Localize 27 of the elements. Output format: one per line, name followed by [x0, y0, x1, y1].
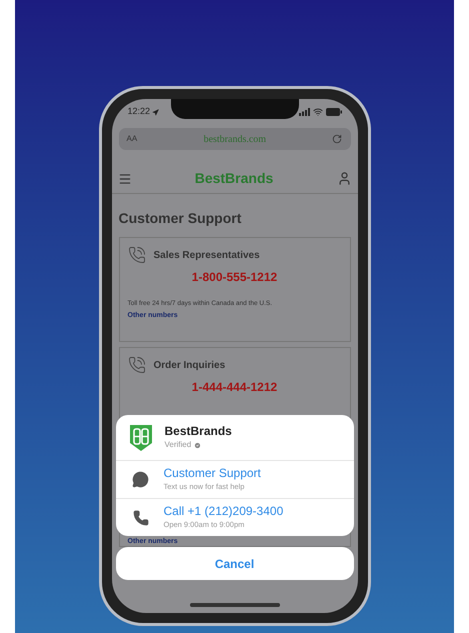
phone-icon	[128, 356, 146, 374]
card-title: Sales Representatives	[154, 248, 260, 262]
shield-logo-icon	[128, 424, 152, 452]
business-name: BestBrands	[164, 424, 232, 439]
url-text: bestbrands.com	[204, 132, 266, 146]
action-title: Customer Support	[164, 466, 261, 482]
chat-bubble-icon	[132, 471, 149, 488]
reload-icon[interactable]	[332, 134, 342, 144]
verified-icon	[194, 442, 202, 448]
location-icon	[152, 108, 160, 116]
phone-number[interactable]: 1-800-555-1212	[128, 268, 342, 286]
signal-icon	[298, 108, 310, 116]
cancel-button[interactable]: Cancel	[116, 547, 354, 580]
wifi-icon	[312, 107, 322, 117]
address-bar[interactable]: AA bestbrands.com	[118, 128, 350, 150]
phone-number[interactable]: 1-444-444-1212	[128, 378, 342, 396]
text-size-button[interactable]: AA	[126, 133, 138, 145]
phone-icon	[132, 510, 148, 526]
card-title: Order Inquiries	[154, 358, 226, 372]
action-title: Call +1 (212)209-3400	[164, 504, 284, 520]
page-title: Customer Support	[118, 209, 242, 228]
phone-icon	[128, 246, 146, 264]
account-icon[interactable]	[336, 171, 352, 186]
battery-icon	[326, 108, 342, 116]
clock-time: 12:22	[128, 105, 150, 118]
verified-label: Verified	[164, 439, 192, 451]
menu-icon[interactable]	[118, 172, 132, 186]
